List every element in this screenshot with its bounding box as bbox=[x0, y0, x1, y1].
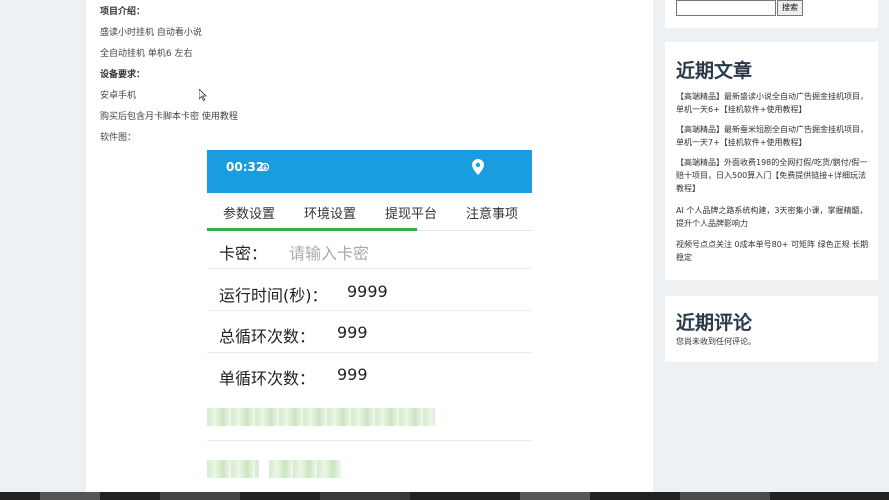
runtime-label: 运行时间(秒)： bbox=[219, 286, 328, 305]
runtime-value[interactable]: 9999 bbox=[347, 282, 388, 301]
divider bbox=[207, 310, 532, 311]
intro-line-4: 购买后包含月卡脚本卡密 使用教程 bbox=[100, 112, 238, 122]
recent-posts-widget: 近期文章 【高端精品】最新盛读小说全自动广告掘金挂机项目，单机一天6+【挂机软件… bbox=[665, 42, 878, 280]
total-loops-label: 总循环次数： bbox=[219, 327, 316, 346]
blurred-content bbox=[269, 460, 341, 478]
recent-comments-widget: 近期评论 您尚未收到任何评论。 bbox=[665, 296, 878, 362]
app-screenshot: 00:32 参数设置 环境设置 提现平台 注意事项 卡密： 请输入卡密 运行时间… bbox=[207, 150, 532, 492]
divider bbox=[207, 268, 532, 269]
mouse-cursor-icon bbox=[199, 89, 207, 101]
tab-notes[interactable]: 注意事项 bbox=[466, 203, 518, 222]
card-key-label: 卡密： bbox=[219, 244, 268, 263]
single-loops-value[interactable]: 999 bbox=[337, 365, 368, 384]
card-key-input[interactable]: 请输入卡密 bbox=[289, 240, 369, 264]
runtime-row: 运行时间(秒)： 9999 bbox=[219, 282, 388, 306]
video-thumbnail bbox=[40, 492, 100, 500]
blurred-content bbox=[207, 460, 259, 478]
active-tab-indicator bbox=[207, 228, 417, 231]
divider bbox=[207, 440, 532, 441]
recent-post-link[interactable]: 视频号点点关注 0成本单号80+ 可矩阵 绿色正规 长期稳定 bbox=[676, 238, 871, 264]
recent-post-link[interactable]: 【高端精品】外面收费198的全网打假/吃货/鹅付/假一赔十项目，日入500算入门… bbox=[676, 156, 871, 195]
tab-environment[interactable]: 环境设置 bbox=[304, 203, 356, 222]
divider bbox=[207, 352, 532, 353]
settings-tabs: 参数设置 环境设置 提现平台 注意事项 bbox=[207, 200, 532, 232]
search-button[interactable]: 搜索 bbox=[777, 0, 803, 16]
total-loops-value[interactable]: 999 bbox=[337, 323, 368, 342]
video-thumbnail bbox=[160, 492, 240, 500]
single-loops-row: 单循环次数： 999 bbox=[219, 365, 368, 389]
article-intro: 项目介绍： 盛读小时挂机 自动看小说 全自动挂机 单机6 左右 设备要求： 安卓… bbox=[100, 6, 400, 153]
recent-comments-title: 近期评论 bbox=[676, 312, 753, 334]
recent-post-link[interactable]: AI 个人品牌之路系统构建，3天密集小课，掌握精髓，提升个人品牌影响力 bbox=[676, 204, 871, 230]
intro-line-1: 盛读小时挂机 自动看小说 bbox=[100, 28, 202, 38]
sync-icon bbox=[260, 162, 270, 172]
card-key-row: 卡密： 请输入卡密 bbox=[219, 240, 369, 264]
intro-heading-device: 设备要求： bbox=[100, 70, 146, 80]
search-input[interactable] bbox=[676, 0, 776, 16]
video-thumbnail bbox=[680, 492, 770, 500]
tab-params[interactable]: 参数设置 bbox=[223, 203, 275, 222]
intro-line-2: 全自动挂机 单机6 左右 bbox=[100, 49, 193, 59]
video-thumbnail bbox=[320, 492, 410, 500]
single-loops-label: 单循环次数： bbox=[219, 369, 316, 388]
video-thumbnail bbox=[520, 492, 590, 500]
status-time: 00:32 bbox=[226, 160, 265, 174]
recent-post-link[interactable]: 【高端精品】最新盛读小说全自动广告掘金挂机项目，单机一天6+【挂机软件+使用教程… bbox=[676, 90, 871, 116]
total-loops-row: 总循环次数： 999 bbox=[219, 323, 368, 347]
search-widget: 搜索 bbox=[665, 0, 878, 28]
recent-post-link[interactable]: 【高端精品】最新蚕米短剧全自动广告掘金挂机项目，单机一天7+【挂机软件+使用教程… bbox=[676, 123, 871, 149]
status-bar: 00:32 bbox=[207, 150, 532, 193]
no-comments-text: 您尚未收到任何评论。 bbox=[676, 337, 756, 346]
blurred-content bbox=[207, 408, 435, 426]
location-pin-icon bbox=[472, 159, 484, 175]
intro-heading-project: 项目介绍： bbox=[100, 7, 146, 17]
tab-withdraw[interactable]: 提现平台 bbox=[385, 203, 437, 222]
intro-line-3: 安卓手机 bbox=[100, 91, 137, 101]
recent-posts-title: 近期文章 bbox=[676, 60, 753, 82]
